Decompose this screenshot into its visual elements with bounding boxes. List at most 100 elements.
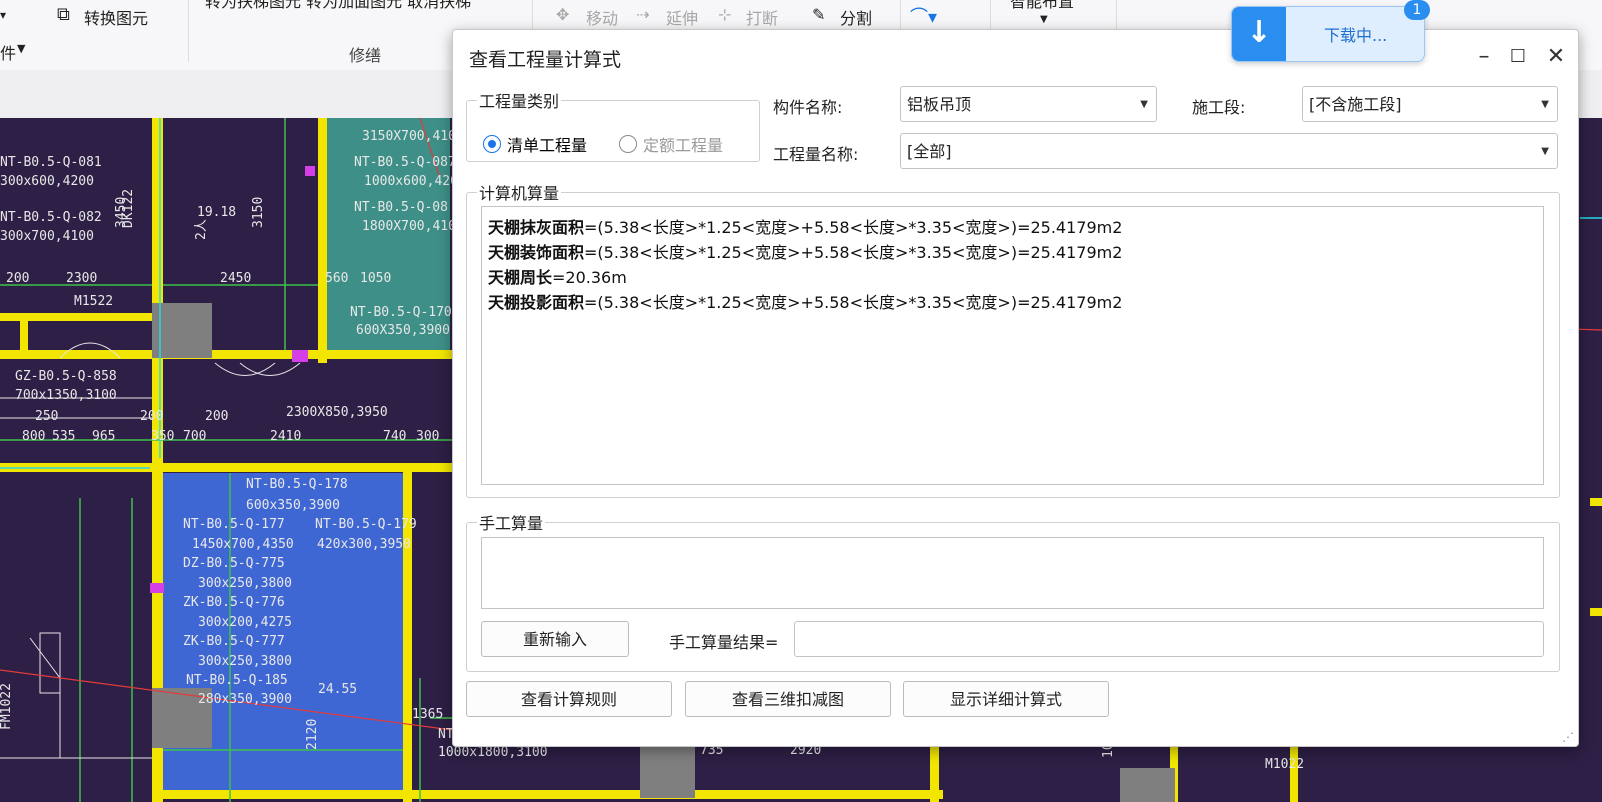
cad-label: 1000x1800,3100 (438, 745, 548, 760)
formula-line: 天棚周长=20.36m (488, 265, 1537, 290)
cad-label: DZ-B0.5-Q-775 (183, 556, 285, 571)
qty-name-label: 工程量名称: (773, 145, 859, 164)
arc-icon[interactable]: ⌒▾ (910, 3, 937, 29)
radio-quota-qty[interactable]: 定额工程量 (619, 132, 723, 156)
qty-type-legend: 工程量类别 (479, 92, 560, 111)
split-button[interactable]: 分割 (840, 5, 872, 29)
cad-label: 3150X700,410 (362, 129, 456, 144)
chevron-down-icon[interactable]: ▼ (1541, 134, 1549, 170)
cad-label: 3150 (251, 197, 266, 228)
view-calc-rules-button[interactable]: 查看计算规则 (466, 681, 672, 717)
cad-label: 2410 (270, 429, 301, 444)
manual-input-area[interactable] (481, 537, 1544, 609)
cad-label: NT-B0.5-Q-08 (354, 200, 448, 215)
component-name-select[interactable]: 铝板吊顶 ▼ (900, 86, 1157, 122)
cad-label: 2300 (66, 271, 97, 286)
cad-label: M1022 (1265, 757, 1304, 772)
formula-text-area[interactable]: 天棚抹灰面积=(5.38<长度>*1.25<宽度>+5.58<长度>*3.35<… (481, 206, 1544, 485)
manual-result-field[interactable] (794, 621, 1544, 657)
cad-label: NT-B0.5-Q-185 (186, 673, 288, 688)
cad-label: GZ-B0.5-Q-858 (15, 369, 117, 384)
extend-button[interactable]: 延伸 (666, 5, 698, 29)
radio-bill-qty-label: 清单工程量 (507, 136, 588, 155)
stage-label: 施工段: (1192, 98, 1246, 117)
cad-label: FM1022 (0, 683, 14, 730)
cad-label: 535 (52, 429, 75, 444)
split-icon: ✎ (812, 5, 826, 24)
cad-label: 300x250,3800 (198, 654, 292, 669)
cad-label: 24.55 (318, 682, 357, 697)
computer-qty-legend: 计算机算量 (479, 184, 560, 203)
chevron-down-icon[interactable]: ▼ (1040, 14, 1048, 25)
download-arrow-icon: ↓ (1232, 7, 1286, 61)
cad-label: 700x1350,3100 (15, 388, 117, 403)
cad-label: 1050 (360, 271, 391, 286)
component-name-value: 铝板吊顶 (907, 95, 972, 114)
radio-quota-qty-label: 定额工程量 (643, 136, 724, 155)
radio-bill-qty[interactable]: 清单工程量 (483, 132, 587, 156)
cad-label: 1000x600,420 (364, 174, 458, 189)
close-icon[interactable]: ✕ (1543, 44, 1569, 70)
resize-grip-icon[interactable]: ⋰ (1562, 730, 1574, 744)
cad-label: 1800X700,410 (362, 219, 456, 234)
chevron-down-icon[interactable]: ▼ (1541, 87, 1549, 123)
cad-label: 700 (183, 429, 206, 444)
formula-expr: =(5.38<长度>*1.25<宽度>+5.58<长度>*3.35<宽度>)=2… (584, 293, 1123, 312)
cad-label: 300x200,4275 (198, 615, 292, 630)
cad-label: NT-B0.5-Q-087 (354, 155, 456, 170)
formula-expr: =(5.38<长度>*1.25<宽度>+5.58<长度>*3.35<宽度>)=2… (584, 218, 1123, 237)
maximize-icon[interactable]: ☐ (1505, 44, 1531, 70)
chevron-down-icon[interactable]: ▼ (1140, 87, 1148, 123)
radio-checked-icon[interactable] (483, 135, 501, 153)
cad-label: 800 (22, 429, 45, 444)
cad-label: 300x250,3800 (198, 576, 292, 591)
qty-type-group: 工程量类别 清单工程量 定额工程量 (466, 88, 760, 162)
chevron-down-icon[interactable]: ▼ (17, 42, 25, 55)
ribbon-top-actions[interactable]: 转为扶梯图元 转为加面图元 取消扶梯 (205, 0, 471, 12)
ribbon-dropdown-caret[interactable]: ▾ (0, 8, 6, 22)
cad-label: 2300X850,3950 (286, 405, 388, 420)
show-detail-formula-button[interactable]: 显示详细计算式 (903, 681, 1109, 717)
cad-label: 300 (416, 429, 439, 444)
cad-label: NT-B0.5-Q-177 (183, 517, 285, 532)
cad-label: 1365 (412, 707, 443, 722)
stage-value: [不含施工段] (1309, 95, 1402, 114)
smart-layout-button[interactable]: 智能布置 (1010, 0, 1074, 12)
cad-label: M1522 (74, 294, 113, 309)
radio-unchecked-icon[interactable] (619, 135, 637, 153)
download-count-badge: 1 (1404, 0, 1430, 20)
move-icon: ✥ (556, 5, 570, 24)
formula-expr: =(5.38<长度>*1.25<宽度>+5.58<长度>*3.35<宽度>)=2… (584, 243, 1123, 262)
convert-icon: ⧉ (57, 4, 70, 25)
room-teal (325, 118, 450, 358)
quantity-formula-dialog: 查看工程量计算式 – ☐ ✕ 工程量类别 清单工程量 定额工程量 构件名称: 铝… (452, 29, 1579, 747)
move-button[interactable]: 移动 (586, 5, 618, 29)
formula-line: 天棚装饰面积=(5.38<长度>*1.25<宽度>+5.58<长度>*3.35<… (488, 240, 1537, 265)
cad-label: 200 (6, 271, 29, 286)
cad-label: 300x700,4100 (0, 229, 94, 244)
minimize-icon[interactable]: – (1471, 44, 1497, 70)
cad-label: 19.18 (197, 205, 236, 220)
reinput-button[interactable]: 重新输入 (481, 621, 629, 657)
cad-label: 600X350,3900 (356, 323, 450, 338)
cad-label: 560 (325, 271, 348, 286)
cad-label: NT-B0.5-Q-170 (350, 305, 452, 320)
stage-select[interactable]: [不含施工段] ▼ (1302, 86, 1558, 122)
formula-name: 天棚投影面积 (488, 293, 585, 312)
qty-name-select[interactable]: [全部] ▼ (900, 133, 1558, 169)
manual-result-label: 手工算量结果= (669, 633, 779, 652)
cad-label: 965 (92, 429, 115, 444)
formula-line: 天棚抹灰面积=(5.38<长度>*1.25<宽度>+5.58<长度>*3.35<… (488, 215, 1537, 240)
cad-label: 300x600,4200 (0, 174, 94, 189)
cad-label: 250 (35, 409, 58, 424)
cad-label: 2450 (220, 271, 251, 286)
cad-label: 200 (140, 409, 163, 424)
view-3d-deduction-button[interactable]: 查看三维扣减图 (685, 681, 891, 717)
cad-label: 420x300,3950 (317, 537, 411, 552)
break-button[interactable]: 打断 (746, 5, 778, 29)
convert-element-button[interactable]: 转换图元 (84, 5, 148, 29)
cad-label: DK122 (121, 189, 136, 228)
break-icon: ⊹ (718, 5, 732, 24)
download-toast[interactable]: ↓ 下载中... (1231, 6, 1425, 62)
component-name-label: 构件名称: (773, 98, 843, 117)
